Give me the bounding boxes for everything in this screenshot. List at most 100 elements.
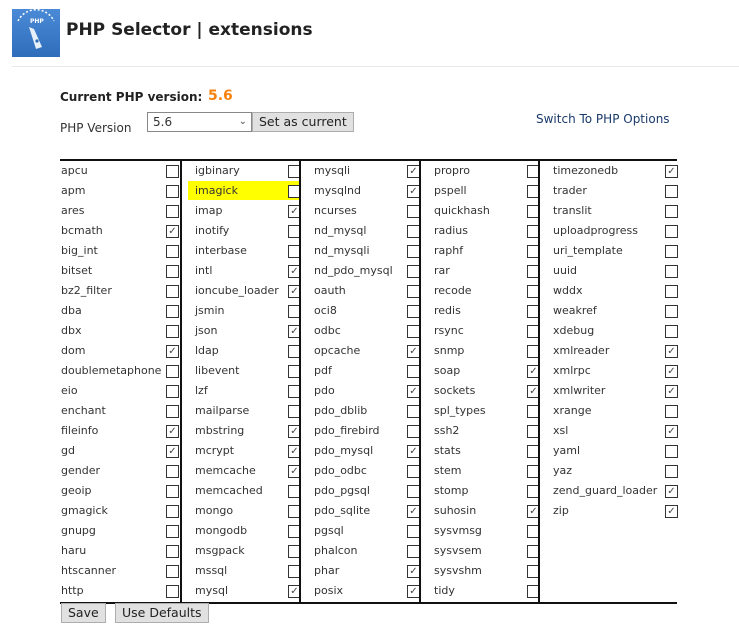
extension-name: nd_pdo_mysql [314,264,393,277]
extension-row: pdo_dblib [301,401,421,421]
extension-name: trader [553,184,587,197]
extension-row: stats [421,441,540,461]
php-version-select[interactable]: 5.6 ⌄ [147,112,252,132]
checkmark-icon: ✓ [667,366,676,377]
extension-checkbox-big_int[interactable] [166,245,179,258]
extension-row: uuid [540,261,679,281]
use-defaults-button[interactable]: Use Defaults [115,603,209,623]
checkmark-icon: ✓ [290,426,299,437]
extension-row: apm [60,181,180,201]
extension-checkbox-zip[interactable]: ✓ [665,505,678,518]
extension-checkbox-fileinfo[interactable]: ✓ [166,425,179,438]
extension-checkbox-xrange[interactable] [665,405,678,418]
extension-row: uploadprogress [540,221,679,241]
extension-name: xmlwriter [553,384,606,397]
extension-name: posix [314,584,344,597]
extension-checkbox-dom[interactable]: ✓ [166,345,179,358]
extension-checkbox-gmagick[interactable] [166,505,179,518]
extension-row: stomp [421,481,540,501]
extension-row: stem [421,461,540,481]
extension-checkbox-uploadprogress[interactable] [665,225,678,238]
extension-checkbox-dba[interactable] [166,305,179,318]
extension-checkbox-geoip[interactable] [166,485,179,498]
set-as-current-button[interactable]: Set as current [252,112,354,132]
extension-row: nd_mysqli [301,241,421,261]
checkmark-icon: ✓ [529,506,538,517]
extension-checkbox-uuid[interactable] [665,265,678,278]
extension-checkbox-weakref[interactable] [665,305,678,318]
extension-checkbox-bz2_filter[interactable] [166,285,179,298]
extension-checkbox-trader[interactable] [665,185,678,198]
switch-to-php-options-link[interactable]: Switch To PHP Options [536,112,670,126]
extension-checkbox-apcu[interactable] [166,165,179,178]
extension-checkbox-http[interactable] [166,585,179,598]
extension-checkbox-xmlreader[interactable]: ✓ [665,345,678,358]
extension-name: mongo [195,504,234,517]
extension-checkbox-bitset[interactable] [166,265,179,278]
extension-name: libevent [195,364,240,377]
extension-checkbox-yaml[interactable] [665,445,678,458]
extension-checkbox-htscanner[interactable] [166,565,179,578]
extension-row: pdo ✓ [301,381,421,401]
extension-column: igbinary imagick imap ✓ inotify interbase intl… [180,161,301,602]
extension-row: ares [60,201,180,221]
extension-row: bz2_filter [60,281,180,301]
extension-checkbox-wddx[interactable] [665,285,678,298]
extension-checkbox-haru[interactable] [166,545,179,558]
extension-checkbox-zend_guard_loader[interactable]: ✓ [665,485,678,498]
extension-row: wddx [540,281,679,301]
extension-checkbox-xmlrpc[interactable]: ✓ [665,365,678,378]
extension-name: uuid [553,264,577,277]
extension-name: tidy [434,584,455,597]
extension-checkbox-enchant[interactable] [166,405,179,418]
extension-name: weakref [553,304,597,317]
extension-checkbox-xdebug[interactable] [665,325,678,338]
extension-row: xrange [540,401,679,421]
extension-name: intl [195,264,213,277]
extension-checkbox-eio[interactable] [166,385,179,398]
extension-row: ldap [182,341,301,361]
extension-name: xrange [553,404,592,417]
extension-checkbox-ares[interactable] [166,205,179,218]
checkmark-icon: ✓ [667,506,676,517]
extension-row: phar ✓ [301,561,421,581]
save-button[interactable]: Save [61,603,106,623]
extension-checkbox-gender[interactable] [166,465,179,478]
extension-row: msgpack [182,541,301,561]
extension-name: interbase [195,244,247,257]
checkmark-icon: ✓ [168,426,177,437]
extension-row: inotify [182,221,301,241]
extension-checkbox-xsl[interactable]: ✓ [665,425,678,438]
extension-name: enchant [61,404,106,417]
extension-row: haru [60,541,180,561]
extension-name: http [61,584,84,597]
extension-name: pspell [434,184,467,197]
extension-name: pdo_dblib [314,404,368,417]
extension-row: sockets ✓ [421,381,540,401]
extension-checkbox-doublemetaphone[interactable] [166,365,179,378]
extension-checkbox-yaz[interactable] [665,465,678,478]
extension-name: xsl [553,424,569,437]
extension-checkbox-bcmath[interactable]: ✓ [166,225,179,238]
extension-name: mailparse [195,404,250,417]
extension-checkbox-gnupg[interactable] [166,525,179,538]
extension-row: quickhash [421,201,540,221]
extension-name: inotify [195,224,230,237]
extension-checkbox-xmlwriter[interactable]: ✓ [665,385,678,398]
extension-name: fileinfo [61,424,99,437]
extension-row: interbase [182,241,301,261]
current-version-value: 5.6 [208,88,233,104]
extension-row: oci8 [301,301,421,321]
checkmark-icon: ✓ [409,446,418,457]
extension-checkbox-timezonedb[interactable]: ✓ [665,165,678,178]
extensions-grid: apcu apm ares bcmath ✓ big_int bitset bz2_filte… [60,159,679,604]
extension-checkbox-uri_template[interactable] [665,245,678,258]
extension-row: phalcon [301,541,421,561]
extension-row: mongo [182,501,301,521]
extension-checkbox-dbx[interactable] [166,325,179,338]
extension-checkbox-gd[interactable]: ✓ [166,445,179,458]
extension-checkbox-apm[interactable] [166,185,179,198]
extension-checkbox-translit[interactable] [665,205,678,218]
extension-name: lzf [195,384,208,397]
extension-row: pdo_sqlite ✓ [301,501,421,521]
